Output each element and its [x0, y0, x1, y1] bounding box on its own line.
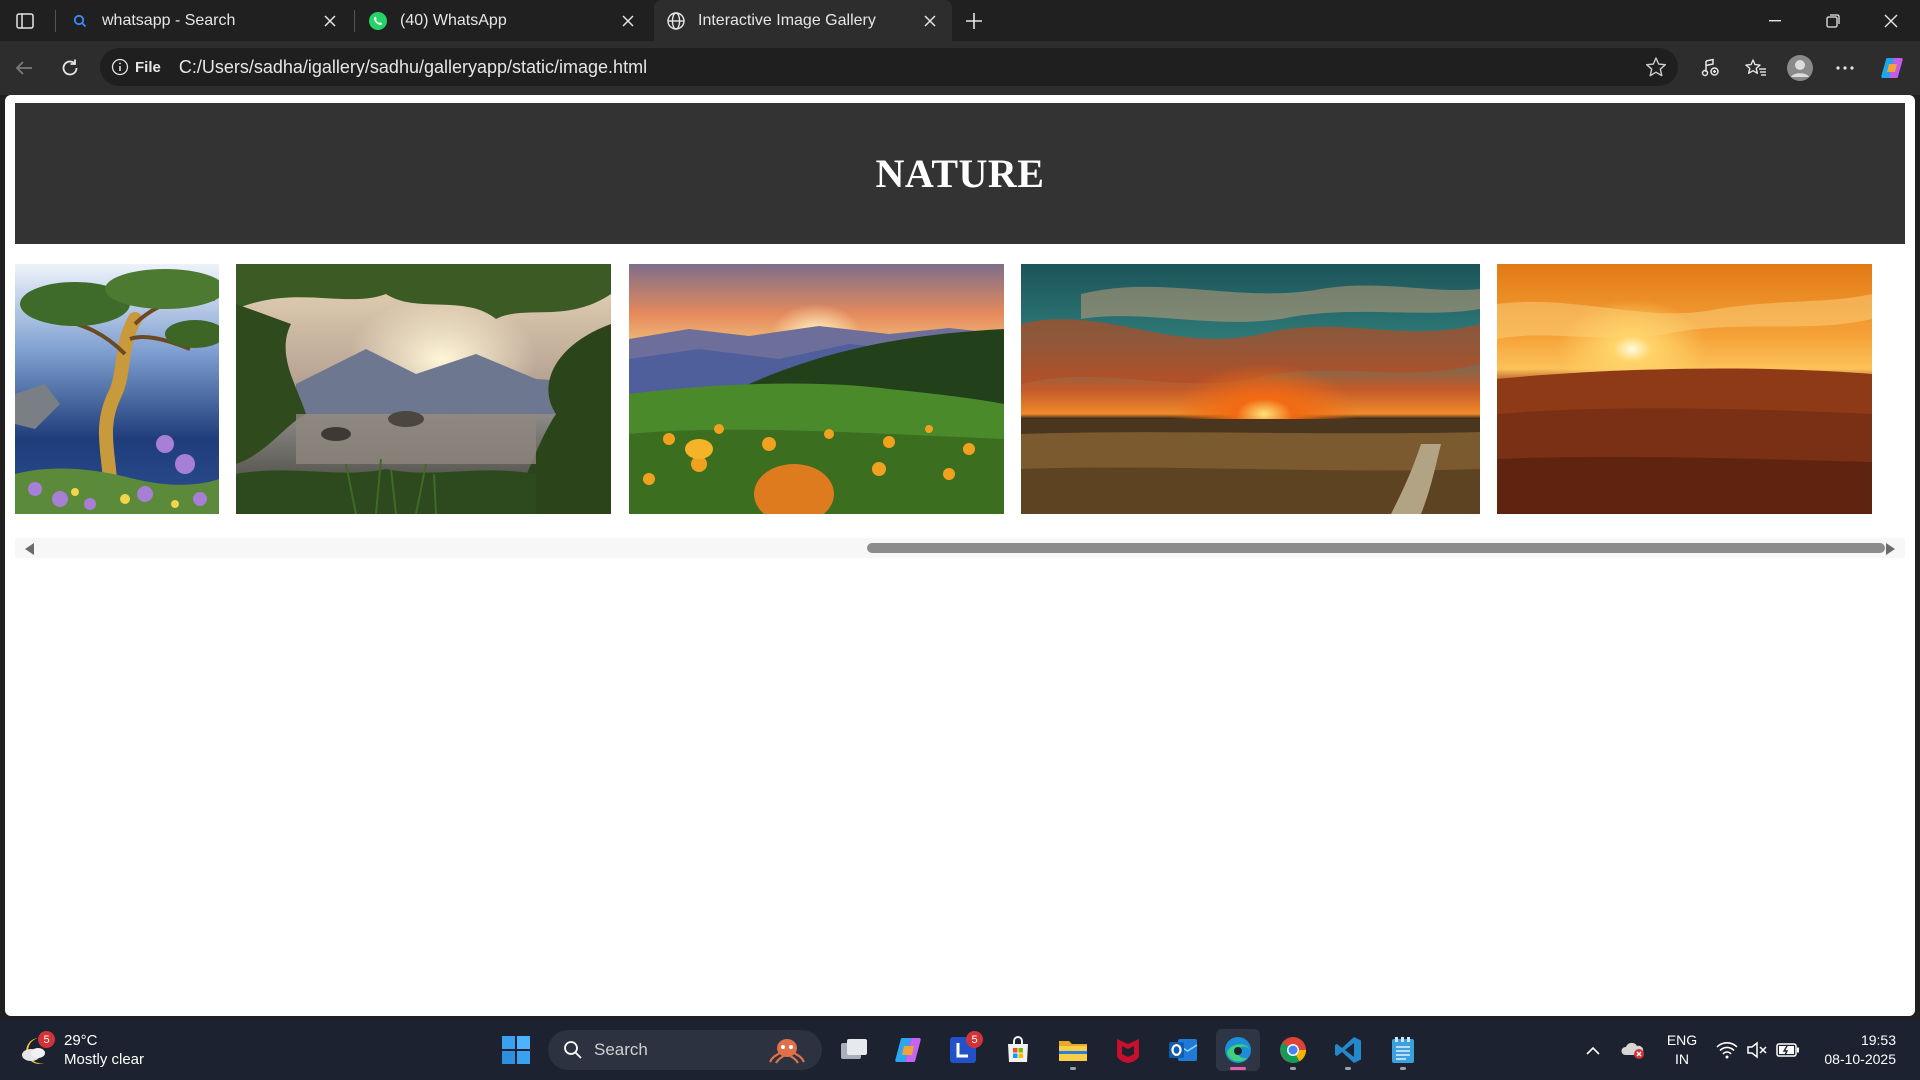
outlook-icon[interactable]	[1161, 1029, 1205, 1071]
tab-title: (40) WhatsApp	[400, 11, 507, 29]
onedrive-error-icon[interactable]	[1618, 1029, 1648, 1071]
minimize-button[interactable]	[1746, 0, 1804, 41]
taskbar-clock[interactable]: 19:53 08-10-2025	[1824, 1031, 1896, 1069]
search-highlight-icon	[769, 1039, 805, 1064]
vscode-icon[interactable]	[1326, 1029, 1370, 1071]
restore-button[interactable]	[1804, 0, 1862, 41]
tab-actions-icon[interactable]	[10, 8, 40, 34]
clock-date: 08-10-2025	[1824, 1051, 1896, 1067]
running-indicator	[1290, 1067, 1296, 1070]
weather-condition: Mostly clear	[64, 1051, 145, 1068]
tab-title: Interactive Image Gallery	[698, 11, 876, 29]
forest-lake-photo[interactable]	[236, 264, 611, 514]
wifi-icon[interactable]	[1714, 1029, 1740, 1071]
golden-sunset-field-photo[interactable]	[1497, 264, 1872, 514]
scroll-left-arrow-icon[interactable]	[25, 543, 34, 555]
browser-toolbar: File C:/Users/sadha/igallery/sadhu/galle…	[0, 41, 1920, 95]
address-bar[interactable]: File C:/Users/sadha/igallery/sadhu/galle…	[100, 48, 1678, 86]
notepad-icon[interactable]	[1381, 1029, 1425, 1071]
scroll-right-arrow-icon[interactable]	[1886, 543, 1895, 555]
show-hidden-icons-chevron-icon[interactable]	[1580, 1029, 1606, 1071]
more-options-icon[interactable]	[1829, 52, 1861, 84]
chrome-icon[interactable]	[1271, 1029, 1315, 1071]
gallery-header: NATURE	[15, 103, 1905, 244]
mcafee-icon[interactable]	[1106, 1029, 1150, 1071]
battery-charging-icon[interactable]	[1774, 1029, 1802, 1071]
file-explorer-icon[interactable]	[1051, 1029, 1095, 1071]
browser-title-bar: whatsapp - Search (40) WhatsApp Interact…	[0, 0, 1920, 41]
favorites-icon[interactable]	[1740, 52, 1772, 84]
url-text[interactable]: C:/Users/sadha/igallery/sadhu/galleryapp…	[179, 57, 647, 78]
tab-separator	[354, 10, 355, 32]
tab-title: whatsapp - Search	[102, 11, 236, 29]
windows-taskbar: 5 29°C Mostly clear Search 5 ENG IN 19:5…	[0, 1019, 1920, 1080]
scrollbar-thumb[interactable]	[867, 543, 1885, 553]
tree-over-lake-photo[interactable]	[15, 264, 219, 514]
close-icon[interactable]	[618, 11, 638, 31]
task-view-icon[interactable]	[832, 1029, 876, 1071]
tab-whatsapp[interactable]: (40) WhatsApp	[356, 0, 650, 41]
input-language-indicator[interactable]: ENG IN	[1662, 1031, 1702, 1069]
scheme-label: File	[135, 58, 161, 76]
region-code: IN	[1675, 1051, 1689, 1067]
taskbar-search-box[interactable]: Search	[548, 1030, 822, 1070]
tab-whatsapp-search[interactable]: whatsapp - Search	[58, 0, 352, 41]
running-indicator	[1070, 1067, 1076, 1070]
close-window-button[interactable]	[1862, 0, 1920, 41]
back-button[interactable]	[8, 52, 40, 84]
clock-time: 19:53	[1860, 1032, 1896, 1048]
search-icon	[70, 11, 90, 31]
favorite-star-icon[interactable]	[1644, 55, 1668, 79]
info-icon[interactable]	[111, 58, 129, 76]
close-icon[interactable]	[320, 11, 340, 31]
globe-icon	[666, 11, 686, 31]
refresh-button[interactable]	[54, 52, 86, 84]
whatsapp-icon	[368, 11, 388, 31]
edge-icon[interactable]	[1216, 1029, 1260, 1071]
temperature: 29°C	[64, 1032, 98, 1049]
active-indicator	[1230, 1067, 1246, 1070]
volume-muted-icon[interactable]	[1744, 1029, 1770, 1071]
profile-avatar[interactable]	[1784, 52, 1816, 84]
page-viewport: NATURE	[5, 95, 1915, 1016]
mountain-flower-meadow-photo[interactable]	[629, 264, 1004, 514]
search-icon	[562, 1039, 584, 1061]
copilot-icon[interactable]	[1876, 52, 1908, 84]
weather-widget[interactable]: 5 29°C Mostly clear	[20, 1029, 144, 1071]
running-indicator	[1400, 1067, 1406, 1070]
read-aloud-icon[interactable]	[1695, 52, 1727, 84]
page-title: NATURE	[875, 151, 1045, 196]
horizontal-scrollbar[interactable]	[15, 538, 1905, 558]
running-indicator	[1345, 1067, 1351, 1070]
field-sunset-photo[interactable]	[1021, 264, 1480, 514]
new-tab-button[interactable]	[958, 8, 990, 34]
close-icon[interactable]	[920, 11, 940, 31]
tab-separator	[55, 10, 56, 32]
lens-app-icon[interactable]: 5	[941, 1029, 985, 1071]
tab-interactive-image-gallery[interactable]: Interactive Image Gallery	[654, 0, 952, 41]
language-code: ENG	[1666, 1032, 1698, 1048]
weather-alert-badge: 5	[38, 1031, 55, 1048]
search-label: Search	[594, 1040, 648, 1059]
weather-moon-icon: 5	[20, 1031, 55, 1067]
notification-badge: 5	[966, 1031, 983, 1048]
copilot-icon[interactable]	[886, 1029, 930, 1071]
windows-start-button[interactable]	[494, 1029, 538, 1071]
microsoft-store-icon[interactable]	[996, 1029, 1040, 1071]
